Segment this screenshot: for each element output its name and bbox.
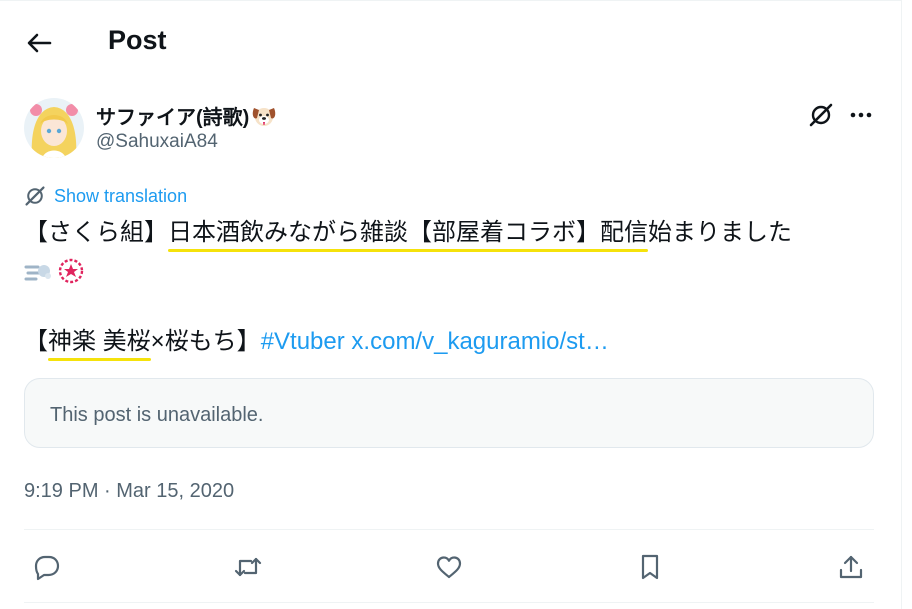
post-text-segment: ×桜もち】 xyxy=(150,328,261,355)
post-text-line-3: 【神楽 美桜×桜もち】#Vtuber x.com/v_kaguramio/st… xyxy=(24,328,609,361)
back-button[interactable] xyxy=(22,26,56,60)
avatar-image xyxy=(24,98,84,158)
reply-icon xyxy=(34,555,60,581)
highlighted-text: 日本酒飲みながら雑談【部屋着コラボ】配信 xyxy=(168,219,648,252)
like-button[interactable] xyxy=(427,545,471,589)
post-text-segment: 【 xyxy=(24,328,48,355)
post-author: サファイア(詩歌) @SahuxaiA84 xyxy=(24,98,884,162)
quoted-post-unavailable-text: This post is unavailable. xyxy=(50,404,264,426)
repost-button[interactable] xyxy=(226,545,270,589)
bookmark-icon xyxy=(641,554,659,580)
show-translation-link[interactable]: Show translation xyxy=(24,185,187,207)
avatar[interactable] xyxy=(24,98,84,158)
page-title: Post xyxy=(108,25,167,55)
reply-button[interactable] xyxy=(25,545,69,589)
dash-icon xyxy=(24,265,51,281)
grok-button[interactable] xyxy=(806,100,836,130)
grok-translate-icon xyxy=(25,186,45,206)
post-text-line-2 xyxy=(24,258,84,284)
divider xyxy=(24,602,874,603)
show-translation-label: Show translation xyxy=(54,185,188,206)
page-header: Post xyxy=(0,0,900,84)
post-text-segment: 始まりました xyxy=(648,219,792,246)
display-name[interactable]: サファイア(詩歌) xyxy=(96,101,277,130)
bookmark-button[interactable] xyxy=(628,545,672,589)
post-text-line-1: 【さくら組】日本酒飲みながら雑談【部屋着コラボ】配信始まりました xyxy=(24,219,792,252)
dog-face-icon xyxy=(253,107,276,126)
display-name-text: サファイア(詩歌) xyxy=(96,107,250,129)
share-button[interactable] xyxy=(829,545,873,589)
share-icon xyxy=(839,555,863,579)
grok-icon xyxy=(809,103,833,127)
arrow-left-icon xyxy=(27,33,52,53)
post-text-segment: 【さくら組】 xyxy=(24,219,168,246)
handle[interactable]: @SahuxaiA84 xyxy=(96,131,218,153)
highlighted-name: 神楽 美桜 xyxy=(48,328,151,361)
heart-icon xyxy=(436,556,462,579)
post-timestamp[interactable]: 9:19 PM · Mar 15, 2020 xyxy=(24,480,234,503)
url-link[interactable]: x.com/v_kaguramio/st… xyxy=(351,328,608,355)
sakura-badge-icon xyxy=(58,258,84,284)
action-bar xyxy=(0,545,900,589)
hashtag-link[interactable]: #Vtuber xyxy=(261,328,345,355)
repost-icon xyxy=(234,557,262,577)
more-options-button[interactable] xyxy=(846,100,876,130)
quoted-post-card[interactable]: This post is unavailable. xyxy=(24,378,874,448)
more-horizontal-icon xyxy=(850,112,872,118)
column-border xyxy=(901,0,902,609)
divider xyxy=(24,529,874,530)
